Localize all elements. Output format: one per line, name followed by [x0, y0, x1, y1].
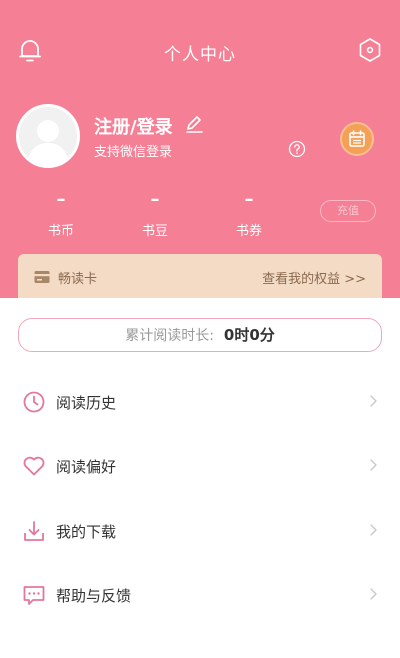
stat-book-coins[interactable]: – 书币 — [31, 189, 91, 240]
avatar-placeholder-icon — [19, 107, 77, 165]
download-icon — [24, 521, 44, 541]
stat-value: – — [150, 189, 160, 210]
calendar-icon — [349, 130, 365, 147]
chevron-right-icon — [370, 588, 377, 600]
recharge-button[interactable]: 充值 — [320, 200, 376, 222]
edit-icon[interactable] — [184, 114, 204, 134]
sign-in-calendar-button[interactable] — [340, 122, 374, 156]
stat-label: 书豆 — [141, 224, 168, 239]
menu-item-label: 阅读历史 — [56, 394, 117, 412]
page-title: 个人中心 — [164, 45, 236, 65]
help-icon[interactable] — [288, 140, 306, 158]
login-register-link[interactable]: 注册/登录 — [94, 113, 173, 139]
menu-item-reading-preference[interactable]: 阅读偏好 — [0, 441, 400, 491]
card-icon — [34, 271, 50, 283]
chevron-right-icon — [370, 459, 377, 471]
menu-item-label: 我的下载 — [56, 523, 117, 541]
reading-card-banner[interactable]: 畅读卡 查看我的权益 >> — [18, 254, 382, 302]
stat-value: – — [244, 189, 254, 210]
chevron-right-icon — [370, 524, 377, 536]
view-benefits-link[interactable]: 查看我的权益 >> — [262, 268, 366, 287]
card-label: 畅读卡 — [58, 272, 98, 287]
avatar[interactable] — [16, 104, 80, 168]
top-bar: 个人中心 — [0, 30, 400, 70]
settings-icon[interactable] — [356, 36, 384, 64]
reading-time-label: 累计阅读时长: — [125, 328, 214, 344]
feedback-icon — [23, 586, 45, 605]
stat-label: 书币 — [47, 224, 74, 239]
reading-time-box: 累计阅读时长: 0时0分 — [18, 318, 382, 352]
menu-item-help-feedback[interactable]: 帮助与反馈 — [0, 570, 400, 620]
stat-value: – — [56, 189, 66, 210]
heart-icon — [23, 456, 45, 476]
menu-item-my-downloads[interactable]: 我的下载 — [0, 506, 400, 556]
wechat-login-hint: 支持微信登录 — [94, 145, 173, 160]
reading-time-value: 0时0分 — [223, 326, 275, 344]
stat-book-vouchers[interactable]: – 书券 — [219, 189, 279, 240]
clock-icon — [23, 391, 45, 413]
menu-item-label: 阅读偏好 — [56, 458, 117, 476]
menu-item-reading-history[interactable]: 阅读历史 — [0, 377, 400, 427]
menu-item-label: 帮助与反馈 — [56, 587, 132, 605]
chevron-right-icon — [370, 395, 377, 407]
stat-book-beans[interactable]: – 书豆 — [125, 189, 185, 240]
stat-label: 书券 — [235, 224, 262, 239]
